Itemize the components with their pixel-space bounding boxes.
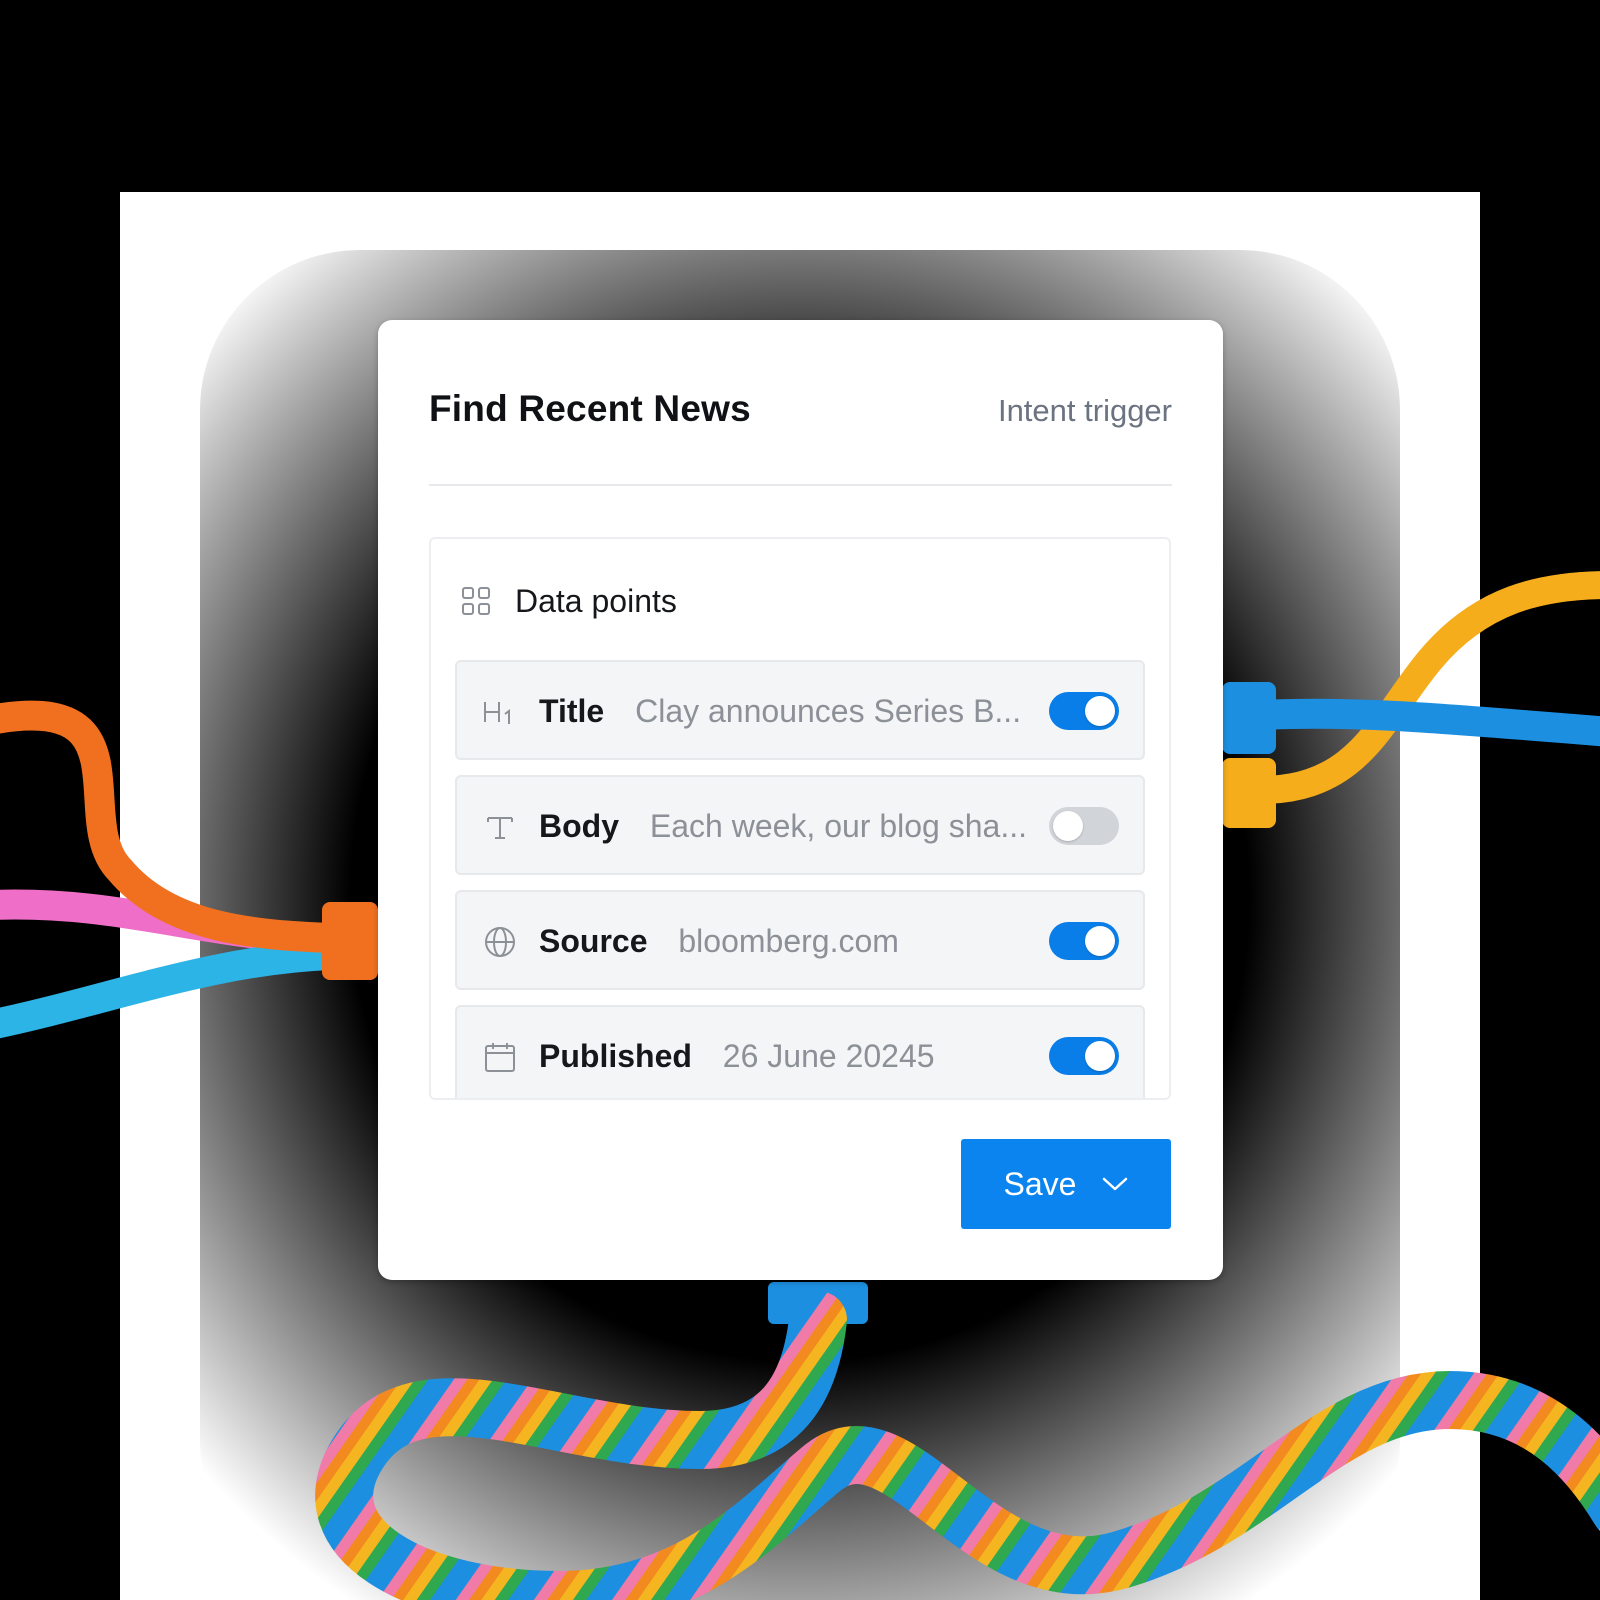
chevron-down-icon[interactable] [1102,1176,1128,1192]
data-point-row-title[interactable]: Title Clay announces Series B... [455,660,1145,760]
save-button[interactable]: Save [961,1139,1171,1229]
save-button-label: Save [1003,1165,1077,1202]
body-toggle[interactable] [1049,807,1119,845]
toggle-knob [1085,1041,1115,1071]
data-points-header: Data points [461,583,677,619]
data-point-row-body[interactable]: Body Each week, our blog sha... [455,775,1145,875]
calendar-icon [485,1043,515,1072]
card-title: Find Recent News [429,388,751,429]
find-recent-news-card: Find Recent News Intent trigger Data poi… [378,320,1223,1280]
data-point-row-published[interactable]: Published 26 June 20245 [455,1005,1145,1098]
row-value: Each week, our blog sha... [649,808,1027,844]
toggle-knob [1085,696,1115,726]
row-label: Published [539,1038,692,1074]
heading-icon [484,702,510,724]
row-value: Clay announces Series B... [635,693,1022,729]
row-label: Title [539,693,605,729]
data-points-label: Data points [515,582,677,619]
toggle-knob [1085,926,1115,956]
row-label: Source [539,923,648,959]
toggle-knob [1053,811,1083,841]
title-toggle[interactable] [1049,692,1119,730]
row-label: Body [539,808,619,844]
data-point-row-source[interactable]: Source bloomberg.com [455,890,1145,990]
data-points-panel: Data points Title Clay announces Series … [429,537,1171,1100]
globe-icon [485,927,515,957]
divider [429,484,1172,486]
published-toggle[interactable] [1049,1037,1119,1075]
grid-icon [462,587,490,615]
source-toggle[interactable] [1049,922,1119,960]
card-subtitle: Intent trigger [997,393,1172,428]
row-value: 26 June 20245 [722,1038,935,1074]
text-icon [487,817,513,839]
row-value: bloomberg.com [678,923,899,959]
